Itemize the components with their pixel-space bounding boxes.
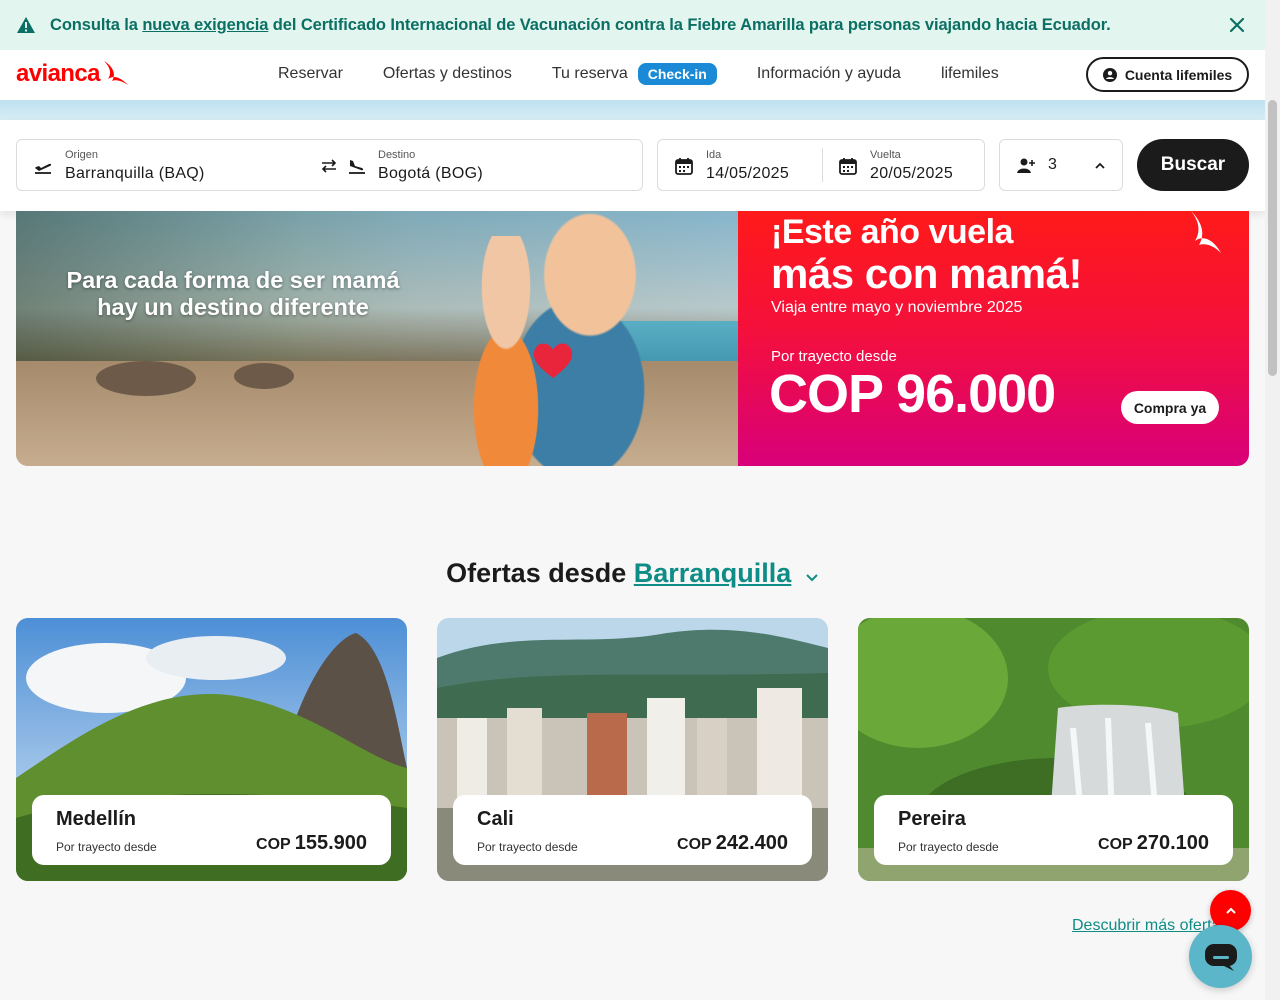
hero-left-line-2: hay un destino diferente — [97, 294, 369, 320]
calendar-icon — [839, 158, 857, 175]
offer-price: COP 155.900 — [256, 832, 367, 855]
offer-card-medellin[interactable]: Medellín Por trayecto desde COP 155.900 — [16, 618, 407, 881]
landing-icon — [349, 160, 365, 174]
offer-info: Cali Por trayecto desde COP 242.400 — [453, 795, 812, 865]
destination-label: Destino — [378, 149, 416, 161]
chevron-down-icon[interactable] — [805, 572, 819, 582]
promo-line-2: más con mamá! — [771, 250, 1082, 297]
dates-box: Ida 14/05/2025 Vuelta 20/05/2025 — [657, 139, 985, 191]
account-label: Cuenta lifemiles — [1124, 66, 1233, 83]
nav-reservar[interactable]: Reservar — [278, 65, 343, 83]
chevron-up-icon — [1225, 907, 1236, 914]
origin-city-selector[interactable]: Barranquilla — [634, 558, 792, 588]
return-date-field[interactable]: 20/05/2025 — [870, 165, 953, 183]
promo-line-1: ¡Este año vuela — [771, 213, 1013, 251]
return-label: Vuelta — [870, 149, 901, 161]
notice-suffix: del Certificado Internacional de Vacunac… — [268, 15, 1111, 34]
offer-amount: 242.400 — [715, 832, 788, 854]
sky-strip — [0, 100, 1265, 120]
notice-message: Consulta la nueva exigencia del Certific… — [50, 16, 1111, 35]
passenger-count: 3 — [1048, 156, 1058, 173]
offer-currency: COP — [677, 836, 712, 853]
offer-card-cali[interactable]: Cali Por trayecto desde COP 242.400 — [437, 618, 828, 881]
offer-card-pereira[interactable]: Pereira Por trayecto desde COP 270.100 — [858, 618, 1249, 881]
offer-destination: Cali — [477, 808, 514, 830]
promo-subtitle: Viaja entre mayo y noviembre 2025 — [771, 299, 1023, 316]
nav-tu-reserva[interactable]: Tu reserva — [552, 65, 628, 83]
passengers-box[interactable]: 3 — [999, 139, 1123, 191]
offer-amount: 155.900 — [294, 832, 367, 854]
takeoff-icon — [35, 163, 52, 174]
avianca-logo[interactable]: avianca — [16, 59, 130, 89]
rock — [96, 361, 196, 396]
offer-price: COP 242.400 — [677, 832, 788, 855]
offer-price: COP 270.100 — [1098, 832, 1209, 855]
warning-icon — [17, 17, 35, 33]
site-header: avianca Reservar Ofertas y destinos Tu r… — [0, 50, 1265, 100]
rock — [234, 363, 294, 389]
origin-label: Origen — [65, 149, 99, 161]
nav-informacion[interactable]: Información y ayuda — [757, 65, 901, 83]
promo-headline: ¡Este año vuela más con mamá! — [771, 211, 1082, 295]
offer-from-label: Por trayecto desde — [56, 840, 157, 854]
route-box: Origen Barranquilla (BAQ) Destino Bogotá… — [16, 139, 643, 191]
hero-promo-panel: ¡Este año vuela más con mamá! Viaja entr… — [738, 211, 1249, 466]
offer-destination: Medellín — [56, 808, 137, 830]
depart-date-field[interactable]: 14/05/2025 — [706, 165, 789, 183]
offer-currency: COP — [1098, 836, 1133, 853]
logo-wordmark: avianca — [16, 60, 100, 87]
offer-from-label: Por trayecto desde — [477, 840, 578, 854]
page-scrollbar[interactable] — [1265, 0, 1280, 1000]
chat-button[interactable] — [1189, 925, 1252, 988]
buy-now-button[interactable]: Compra ya — [1121, 391, 1219, 424]
notice-link[interactable]: nueva exigencia — [142, 16, 268, 34]
destination-field[interactable]: Bogotá (BOG) — [378, 165, 483, 183]
notice-prefix: Consulta la — [50, 15, 143, 34]
date-divider — [822, 148, 823, 182]
chat-icon — [1204, 943, 1237, 971]
offer-currency: COP — [256, 836, 291, 853]
offers-title-text: Ofertas desde — [446, 558, 627, 588]
hero-left-title: Para cada forma de ser mamá hay un desti… — [16, 267, 450, 321]
nav-tu-reserva-group: Tu reserva Check-in — [552, 63, 717, 85]
offer-info: Pereira Por trayecto desde COP 270.100 — [874, 795, 1233, 865]
avianca-bird-icon — [1191, 211, 1221, 253]
main-nav: Reservar Ofertas y destinos Tu reserva C… — [278, 63, 1039, 85]
origin-field[interactable]: Barranquilla (BAQ) — [65, 165, 205, 183]
search-button[interactable]: Buscar — [1137, 139, 1249, 191]
depart-label: Ida — [706, 149, 722, 161]
hero-banner[interactable]: Para cada forma de ser mamá hay un desti… — [16, 211, 1249, 466]
hero-left-line-1: Para cada forma de ser mamá — [66, 267, 400, 293]
offer-amount: 270.100 — [1136, 832, 1209, 854]
promo-price: COP 96.000 — [769, 364, 1056, 424]
offer-info: Medellín Por trayecto desde COP 155.900 — [32, 795, 391, 865]
notice-banner: Consulta la nueva exigencia del Certific… — [0, 0, 1265, 50]
account-lifemiles-button[interactable]: Cuenta lifemiles — [1086, 57, 1249, 92]
heart-icon — [533, 343, 573, 378]
flight-search-bar: Origen Barranquilla (BAQ) Destino Bogotá… — [0, 120, 1265, 211]
calendar-icon — [675, 158, 693, 175]
chevron-up-icon[interactable] — [1090, 156, 1110, 176]
user-circle-icon — [1102, 67, 1117, 82]
close-icon[interactable] — [1227, 15, 1247, 35]
scrollbar-thumb[interactable] — [1268, 100, 1277, 376]
avianca-bird-icon — [103, 61, 128, 85]
add-person-icon — [1017, 158, 1035, 173]
offer-from-label: Por trayecto desde — [898, 840, 999, 854]
nav-ofertas[interactable]: Ofertas y destinos — [383, 65, 512, 83]
offer-destination: Pereira — [898, 808, 966, 830]
checkin-badge[interactable]: Check-in — [637, 63, 717, 85]
nav-lifemiles[interactable]: lifemiles — [941, 65, 999, 83]
offers-heading: Ofertas desde Barranquilla — [0, 558, 1265, 589]
swap-icon[interactable] — [319, 156, 339, 176]
hero-photo: Para cada forma de ser mamá hay un desti… — [16, 211, 738, 466]
